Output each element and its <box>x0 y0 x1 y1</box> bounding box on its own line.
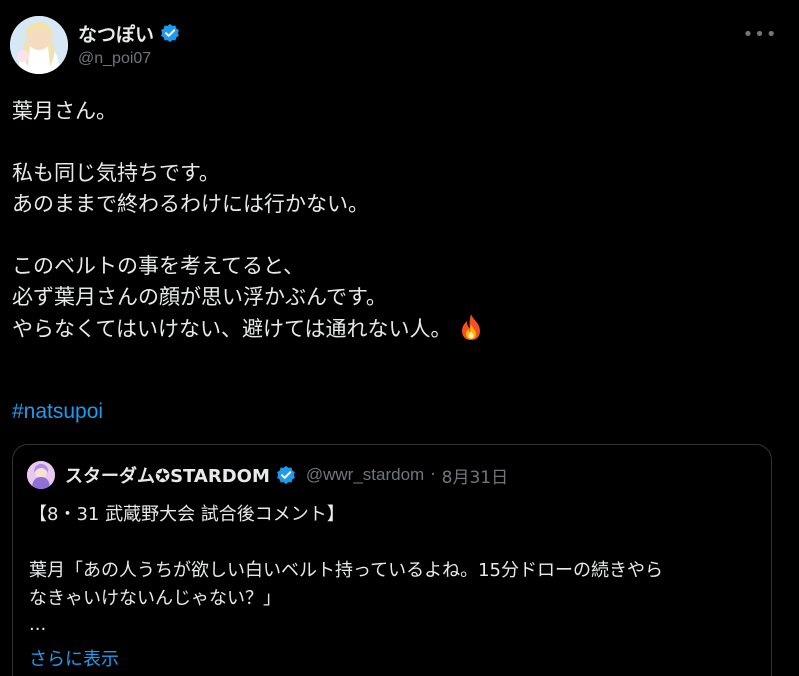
author-name-row: なつぽい <box>78 20 180 46</box>
author-display-name[interactable]: なつぽい <box>78 20 154 47</box>
tweet-line: 必ず葉月さんの顔が思い浮かぶんです。 <box>12 285 387 309</box>
show-more-link[interactable]: さらに表示 <box>29 645 119 671</box>
quoted-tweet-line: 葉月「あの人うちが欲しい白いベルト持っているよね。15分ドローの続きやら <box>29 560 664 581</box>
quoted-author-display-name[interactable]: スターダム✪STARDOM <box>65 462 270 488</box>
tweet-line: あのままで終わるわけには行かない。 <box>12 192 369 216</box>
tweet-line-with-emoji: やらなくてはいけない、避けては通れない人。 <box>12 313 782 344</box>
author-avatar[interactable] <box>10 16 68 74</box>
author-handle[interactable]: @n_poi07 <box>78 50 151 68</box>
quoted-tweet-line: 【8・31 武蔵野大会 試合後コメント】 <box>29 504 345 525</box>
quoted-tweet-blank-line <box>29 529 759 557</box>
quoted-tweet-ellipsis: ... <box>29 614 47 635</box>
tweet-line: 私も同じ気持ちです。 <box>12 161 220 185</box>
quoted-verified-badge-icon <box>276 465 296 485</box>
hashtag-link[interactable]: #natsupoi <box>12 396 103 427</box>
tweet-line-text: やらなくてはいけない、避けては通れない人。 <box>12 317 452 341</box>
fire-icon <box>458 313 484 341</box>
quoted-tweet-card[interactable]: スターダム✪STARDOM @wwr_stardom · 8月31日 【8・31… <box>12 444 772 676</box>
tweet-line: このベルトの事を考えてると、 <box>12 254 305 278</box>
more-options-icon: ••• <box>742 23 778 45</box>
quoted-tweet-text: 【8・31 武蔵野大会 試合後コメント】 葉月「あの人うちが欲しい白いベルト持っ… <box>29 501 759 637</box>
quoted-tweet-line: なきゃいけないんじゃない？」 <box>29 588 281 609</box>
more-options-button[interactable]: ••• <box>742 20 778 48</box>
verified-badge-icon[interactable] <box>160 23 180 43</box>
separator-dot: · <box>430 465 436 485</box>
quoted-tweet-header: スターダム✪STARDOM @wwr_stardom · 8月31日 <box>27 461 508 489</box>
tweet-text: 葉月さん。 私も同じ気持ちです。 あのままで終わるわけには行かない。 このベルト… <box>12 96 782 344</box>
tweet-line: 葉月さん。 <box>12 99 117 123</box>
avatar-image <box>10 16 68 74</box>
quoted-tweet-date[interactable]: 8月31日 <box>442 463 508 488</box>
quoted-author-avatar[interactable] <box>27 461 55 489</box>
tweet-header: なつぽい @n_poi07 ••• <box>10 16 790 76</box>
quoted-author-handle[interactable]: @wwr_stardom <box>306 465 424 485</box>
